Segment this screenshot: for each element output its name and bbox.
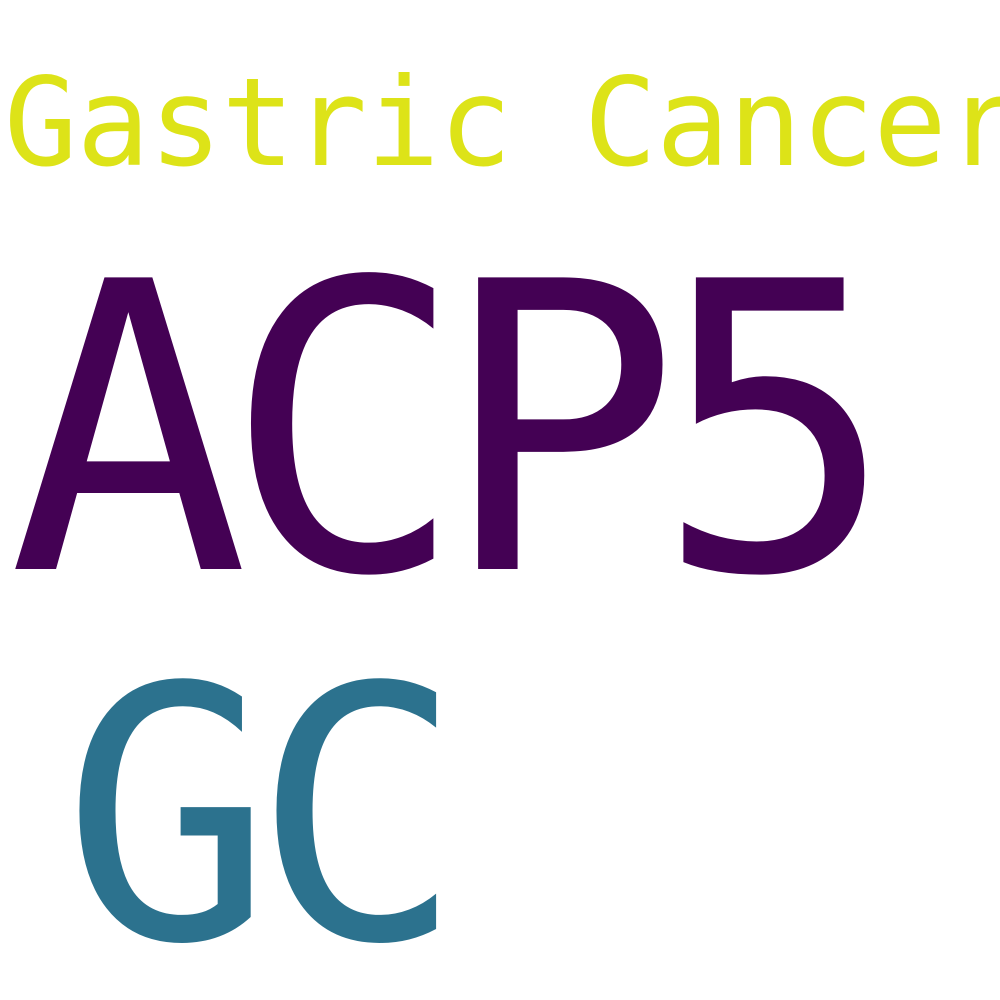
word-gastric-cancer: Gastric Cancer [4,52,1000,194]
word-cloud: Gastric Cancer ACP5 GC [0,0,1000,1000]
word-acp5: ACP5 [8,199,896,664]
word-gc: GC [62,613,463,1000]
